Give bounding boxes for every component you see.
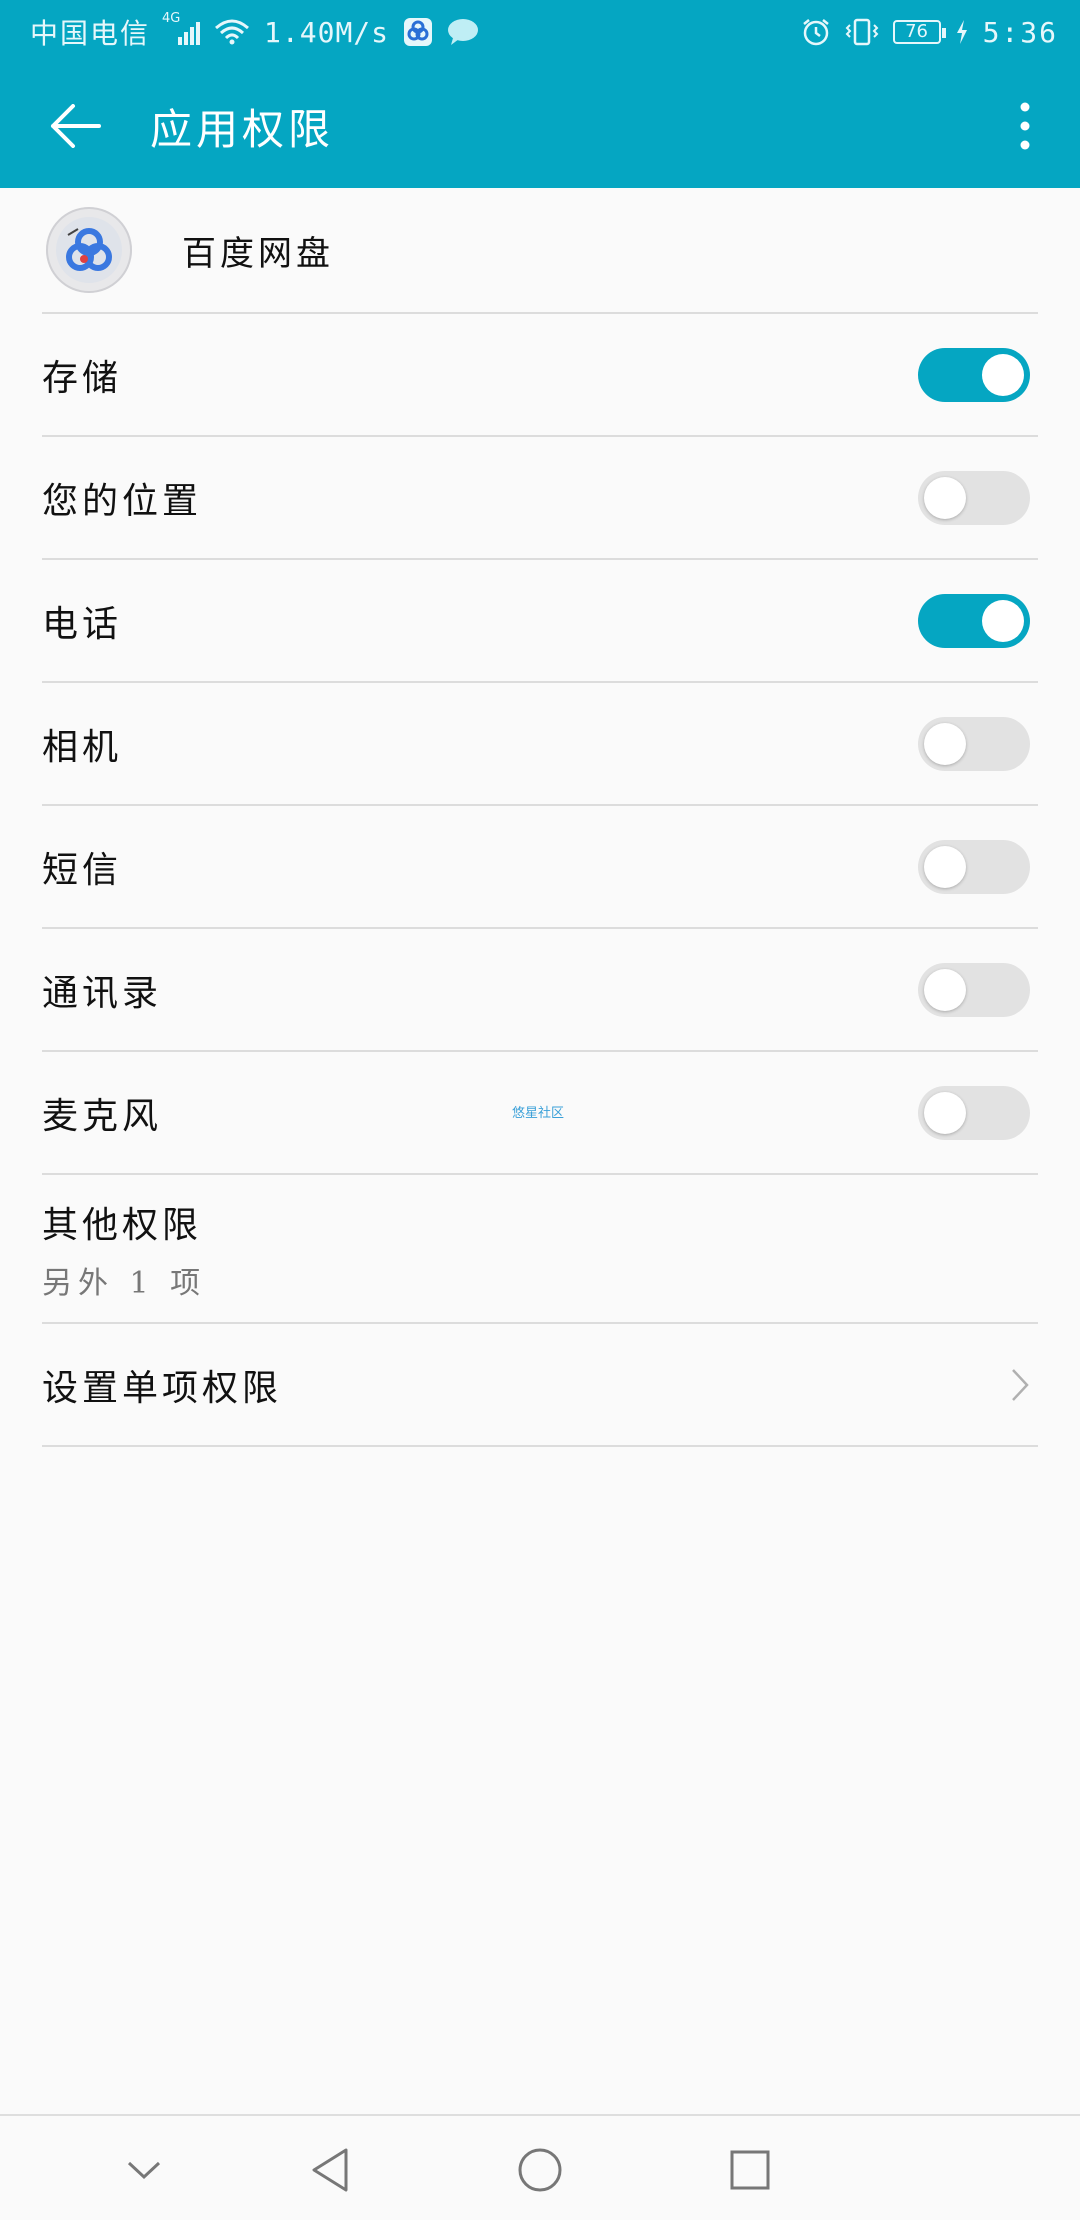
chevron-down-icon — [127, 2161, 161, 2180]
hide-nav-button[interactable] — [104, 2130, 184, 2210]
permission-label: 相机 — [42, 726, 123, 768]
message-notification-icon — [448, 19, 479, 45]
battery-indicator: 76 — [892, 20, 946, 44]
permission-toggle[interactable] — [918, 716, 1030, 771]
app-bar: 应用权限 — [0, 64, 1080, 188]
permission-row-phone[interactable]: 电话 — [42, 560, 1038, 683]
permission-toggle[interactable] — [918, 593, 1030, 648]
single-permission-settings-row[interactable]: 设置单项权限 — [42, 1324, 1038, 1447]
app-name: 百度网盘 — [182, 233, 334, 274]
arrow-left-icon — [51, 104, 101, 148]
permission-label: 存储 — [42, 357, 123, 399]
permission-toggle[interactable] — [918, 470, 1030, 525]
toggle-knob — [924, 845, 966, 888]
other-permissions-row[interactable]: 其他权限 另外 1 项 — [42, 1175, 1038, 1324]
wifi-icon — [215, 19, 250, 45]
page-title: 应用权限 — [150, 104, 335, 154]
back-triangle-icon — [312, 2148, 348, 2192]
status-bar: 中国电信 4G 1.40M/s 76 5:36 — [0, 0, 1080, 64]
permission-row-microphone[interactable]: 麦克风 悠星社区 — [42, 1052, 1038, 1175]
navigation-bar — [0, 2114, 1080, 2220]
recents-square-icon — [730, 2150, 770, 2190]
toggle-knob — [982, 599, 1024, 642]
watermark: 悠星社区 — [512, 1106, 565, 1121]
permission-label: 短信 — [42, 849, 123, 891]
vibrate-icon — [845, 18, 878, 46]
clock: 5:36 — [982, 15, 1058, 49]
permission-row-sms[interactable]: 短信 — [42, 806, 1038, 929]
back-button[interactable] — [0, 64, 150, 188]
toggle-knob — [924, 476, 966, 519]
carrier-name: 中国电信 — [30, 17, 151, 50]
permission-toggle[interactable] — [918, 347, 1030, 402]
network-speed: 1.40M/s — [264, 15, 390, 49]
toggle-knob — [982, 353, 1024, 396]
permission-label: 麦克风 — [42, 1095, 163, 1137]
alarm-icon — [802, 19, 829, 46]
toggle-knob — [924, 722, 966, 765]
single-permission-label: 设置单项权限 — [42, 1367, 283, 1409]
more-vert-icon — [1020, 102, 1030, 150]
baidu-netdisk-notification-icon — [404, 18, 433, 46]
charging-icon — [956, 20, 967, 44]
home-circle-icon — [518, 2148, 562, 2192]
permission-row-contacts[interactable]: 通讯录 — [42, 929, 1038, 1052]
permission-label: 通讯录 — [42, 972, 163, 1014]
permission-label: 您的位置 — [42, 480, 203, 522]
other-permissions-subtitle: 另外 1 项 — [42, 1265, 207, 1301]
permission-toggle[interactable] — [918, 962, 1030, 1017]
toggle-knob — [924, 1091, 966, 1134]
toggle-knob — [924, 968, 966, 1011]
permission-toggle[interactable] — [918, 1085, 1030, 1140]
permission-list: 百度网盘 存储 您的位置 电话 相机 短信 通讯录 麦克风 悠星社区 其他权限 … — [0, 188, 1080, 1447]
permission-row-camera[interactable]: 相机 — [42, 683, 1038, 806]
nav-recents-button[interactable] — [710, 2130, 790, 2210]
permission-row-location[interactable]: 您的位置 — [42, 437, 1038, 560]
permission-toggle[interactable] — [918, 839, 1030, 894]
screen: 中国电信 4G 1.40M/s 76 5:36 应用权限 百度网盘 存储 您的位… — [0, 0, 1080, 2220]
network-type: 4G — [162, 11, 181, 26]
more-options-button[interactable] — [970, 64, 1080, 188]
chevron-right-icon — [1012, 1368, 1029, 1401]
permission-row-storage[interactable]: 存储 — [42, 314, 1038, 437]
nav-back-button[interactable] — [290, 2130, 370, 2210]
nav-home-button[interactable] — [500, 2130, 580, 2210]
app-info-header: 百度网盘 — [42, 188, 1038, 314]
baidu-netdisk-icon — [46, 207, 132, 293]
permission-label: 电话 — [42, 603, 123, 645]
other-permissions-title: 其他权限 — [42, 1204, 203, 1246]
signal-icon: 4G — [162, 11, 201, 45]
